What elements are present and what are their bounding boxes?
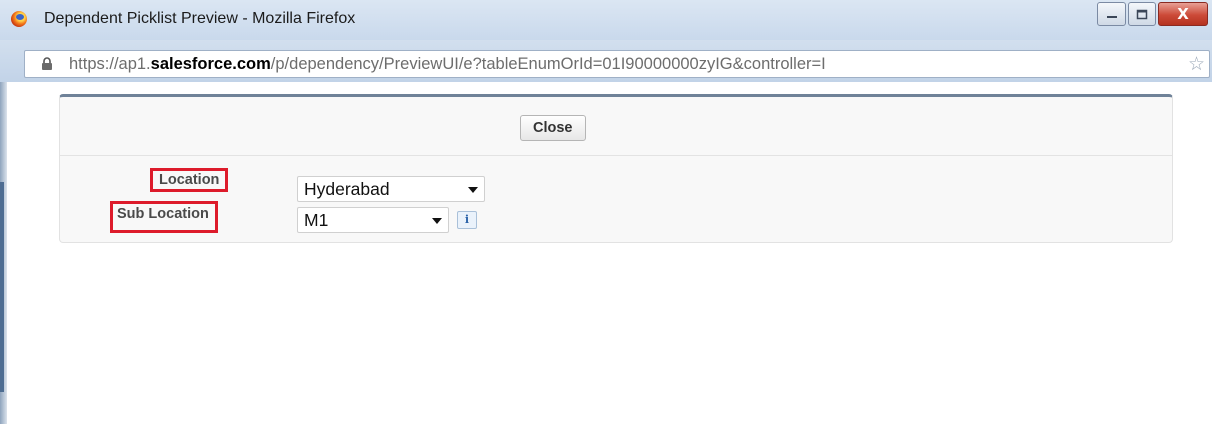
navigation-bar: https://ap1.salesforce.com/p/dependency/…	[0, 40, 1212, 82]
url-domain: salesforce.com	[150, 55, 271, 73]
lock-icon	[42, 57, 52, 70]
url-prefix: https://ap1.	[69, 55, 151, 73]
close-icon: X	[1177, 5, 1189, 23]
chevron-down-icon	[432, 218, 442, 224]
window-titlebar: Dependent Picklist Preview - Mozilla Fir…	[0, 0, 1212, 40]
page-content: Close Location Hyderabad Sub Location M1…	[7, 82, 1212, 424]
location-select[interactable]: Hyderabad	[297, 176, 485, 202]
sub-location-select[interactable]: M1	[297, 207, 449, 233]
preview-panel: Close Location Hyderabad Sub Location M1…	[59, 94, 1173, 243]
url-path: /p/dependency/PreviewUI/e?tableEnumOrId=…	[270, 55, 826, 73]
address-bar[interactable]: https://ap1.salesforce.com/p/dependency/…	[24, 50, 1210, 78]
background-window-edge	[0, 82, 7, 424]
bookmark-star-icon[interactable]: ☆	[1188, 53, 1205, 75]
chevron-down-icon	[468, 187, 478, 193]
sub-location-label: Sub Location	[110, 201, 218, 233]
close-button[interactable]: Close	[520, 115, 586, 141]
window-controls: X	[1097, 2, 1208, 26]
location-value: Hyderabad	[304, 179, 390, 199]
minimize-button[interactable]	[1097, 2, 1126, 26]
button-row: Close	[60, 97, 1172, 156]
maximize-icon	[1136, 9, 1148, 19]
maximize-button[interactable]	[1128, 2, 1156, 26]
window-title: Dependent Picklist Preview - Mozilla Fir…	[44, 10, 356, 27]
minimize-icon	[1106, 16, 1117, 18]
location-label: Location	[150, 168, 229, 192]
firefox-icon	[11, 11, 27, 27]
url-text: https://ap1.salesforce.com/p/dependency/…	[69, 55, 1173, 74]
info-icon[interactable]: i	[457, 211, 477, 229]
sub-location-value: M1	[304, 210, 329, 230]
window-close-button[interactable]: X	[1158, 2, 1208, 26]
